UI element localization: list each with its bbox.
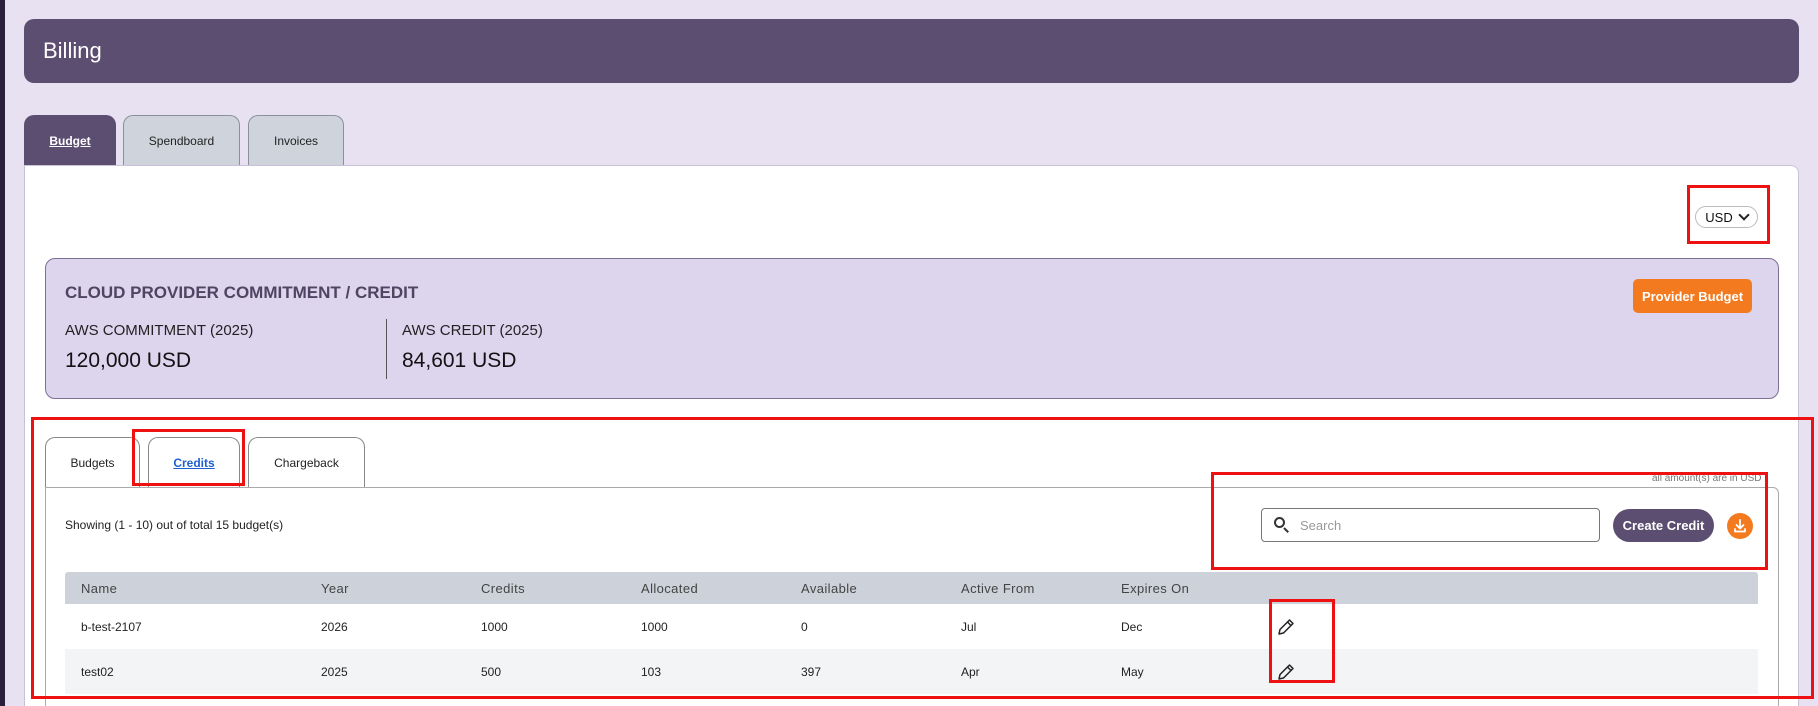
cell-year: 2026 [321,619,348,634]
column-header-credits[interactable]: Credits [481,572,525,604]
column-header-name[interactable]: Name [81,572,117,604]
currency-selected-value: USD [1705,209,1733,225]
cell-credits: 500 [481,664,502,679]
cell-expires-on: May [1121,664,1144,679]
tab-invoices[interactable]: Invoices [248,115,344,165]
aws-commitment-label: AWS COMMITMENT (2025) [65,322,254,339]
search-field[interactable] [1261,508,1600,542]
search-icon [1274,517,1290,533]
page-header: Billing [24,19,1799,83]
amount-currency-note: all amount(s) are in USD [1652,473,1762,484]
search-input[interactable] [1300,517,1580,533]
tab-budget[interactable]: Budget [24,115,116,165]
create-credit-button[interactable]: Create Credit [1613,509,1714,542]
column-header-year[interactable]: Year [321,572,349,604]
credits-table: Name Year Credits Allocated Available Ac… [65,572,1758,694]
pagination-summary: Showing (1 - 10) out of total 15 budget(… [65,518,284,532]
cell-year: 2025 [321,664,348,679]
column-header-expires-on[interactable]: Expires On [1121,572,1189,604]
cell-expires-on: Dec [1121,619,1143,634]
aws-credit-label: AWS CREDIT (2025) [402,322,543,339]
tab-budgets[interactable]: Budgets [45,437,140,488]
cell-name: test02 [81,664,114,679]
column-header-allocated[interactable]: Allocated [641,572,698,604]
tab-spendboard[interactable]: Spendboard [123,115,240,165]
table-row: test02 2025 500 103 397 Apr May [65,649,1758,694]
cell-allocated: 1000 [641,619,668,634]
aws-credit-value: 84,601 USD [402,349,517,372]
column-header-available[interactable]: Available [801,572,857,604]
download-button[interactable] [1727,513,1753,539]
cell-active-from: Apr [961,664,980,679]
aws-commitment-value: 120,000 USD [65,349,192,372]
column-header-active-from[interactable]: Active From [961,572,1035,604]
commitment-card: CLOUD PROVIDER COMMITMENT / CREDIT Provi… [45,258,1779,399]
pencil-icon[interactable] [1275,616,1297,638]
cell-credits: 1000 [481,619,508,634]
table-header: Name Year Credits Allocated Available Ac… [65,572,1758,604]
currency-select[interactable]: USD [1695,206,1758,228]
cell-allocated: 103 [641,664,662,679]
pencil-icon[interactable] [1275,661,1297,683]
tab-credits[interactable]: Credits [148,437,240,488]
commitment-card-title: CLOUD PROVIDER COMMITMENT / CREDIT [65,283,419,302]
provider-budget-button[interactable]: Provider Budget [1633,279,1752,313]
chevron-down-icon [1738,209,1750,221]
page-title: Billing [43,38,102,63]
window-edge [0,0,5,706]
cell-available: 0 [801,619,808,634]
download-icon [1734,519,1746,533]
metric-divider [386,319,387,379]
cell-active-from: Jul [961,619,977,634]
cell-name: b-test-2107 [81,619,142,634]
cell-available: 397 [801,664,822,679]
table-row: b-test-2107 2026 1000 1000 0 Jul Dec [65,604,1758,649]
tab-chargeback[interactable]: Chargeback [248,437,365,488]
